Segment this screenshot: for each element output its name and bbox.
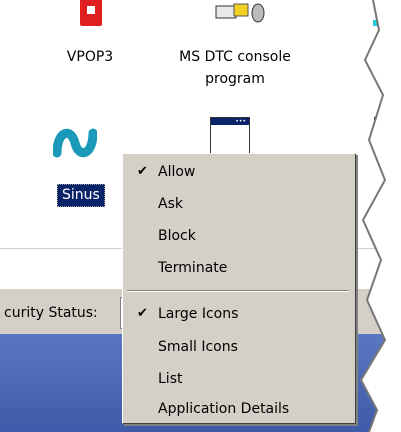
menu-item-label: Allow <box>158 164 196 180</box>
menu-item-label: Large Icons <box>158 306 239 322</box>
menu-item-label: List <box>158 371 183 387</box>
menu-item-small-icons[interactable]: Small Icons <box>123 332 353 362</box>
context-menu: ✔ Allow Ask Block Terminate ✔ Large Icon… <box>122 153 356 424</box>
checkmark-icon: ✔ <box>137 164 148 179</box>
menu-item-block[interactable]: Block <box>123 221 353 251</box>
icon-label: MS DTC console <box>179 49 291 65</box>
menu-item-allow[interactable]: ✔ Allow <box>123 157 353 187</box>
sinus-icon <box>53 128 97 158</box>
msdtc-icon <box>215 3 265 23</box>
menu-item-application-details[interactable]: Application Details <box>123 394 353 424</box>
menu-item-label: Terminate <box>158 260 228 276</box>
security-status-label: curity Status: <box>4 305 98 321</box>
icon-label-selected: Sinus <box>57 184 105 207</box>
menu-item-ask[interactable]: Ask <box>123 189 353 219</box>
icon-label-line2: program <box>205 71 265 87</box>
torn-edge-decoration <box>359 0 401 432</box>
menu-item-label: Block <box>158 228 196 244</box>
menu-item-label: Small Icons <box>158 339 238 355</box>
checkmark-icon: ✔ <box>137 306 148 321</box>
window-icon[interactable]: ••• <box>210 117 250 155</box>
menu-separator <box>127 290 349 292</box>
vpop3-icon <box>80 0 102 26</box>
menu-item-list[interactable]: List <box>123 364 353 394</box>
menu-item-large-icons[interactable]: ✔ Large Icons <box>123 299 353 329</box>
menu-item-terminate[interactable]: Terminate <box>123 253 353 283</box>
menu-item-label: Application Details <box>158 401 290 417</box>
menu-item-label: Ask <box>158 196 183 212</box>
icon-label: VPOP3 <box>66 49 114 65</box>
